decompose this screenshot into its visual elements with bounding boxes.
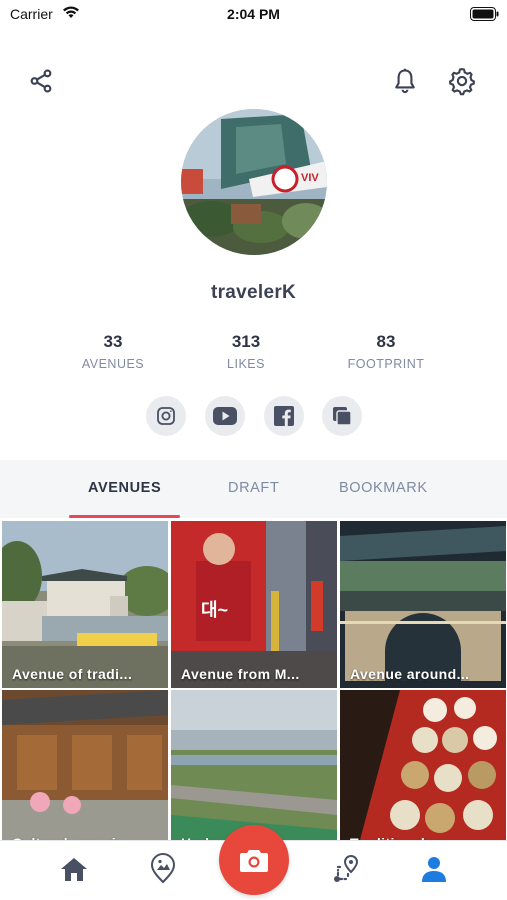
facebook-icon[interactable] xyxy=(264,396,304,436)
route-icon[interactable] xyxy=(328,851,364,887)
profile-icon[interactable] xyxy=(416,851,452,887)
stat-footprint[interactable]: 83 FOOTPRINT xyxy=(326,332,446,371)
instagram-icon[interactable] xyxy=(146,396,186,436)
battery-icon xyxy=(470,7,499,21)
svg-text:대~: 대~ xyxy=(201,600,228,620)
tab-avenues[interactable]: AVENUES xyxy=(88,480,161,496)
camera-button[interactable] xyxy=(219,825,289,895)
avenue-card[interactable]: Cultural experi... xyxy=(2,690,168,857)
stat-label: LIKES xyxy=(227,357,265,371)
stat-label: AVENUES xyxy=(81,357,145,371)
home-icon[interactable] xyxy=(56,851,92,887)
status-bar: Carrier 2:04 PM xyxy=(0,0,507,30)
avenue-card[interactable]: Avenue of tradi... xyxy=(2,521,168,688)
share-icon[interactable] xyxy=(24,64,58,98)
stat-value: 313 xyxy=(231,332,261,351)
avenue-title: Avenue of tradi... xyxy=(12,666,133,682)
avenue-title: Avenue from M... xyxy=(181,666,300,682)
stat-likes[interactable]: 313 LIKES xyxy=(186,332,306,371)
stat-label: FOOTPRINT xyxy=(347,357,425,371)
tab-bar: AVENUES DRAFT BOOKMARK xyxy=(0,460,507,518)
stat-value: 33 xyxy=(103,332,123,351)
gear-icon[interactable] xyxy=(445,64,479,98)
clock: 2:04 PM xyxy=(227,6,280,22)
active-tab-indicator xyxy=(69,515,180,518)
avenue-card[interactable]: Traditional mar... xyxy=(340,690,506,857)
avenue-card[interactable]: Avenue around... xyxy=(340,521,506,688)
map-pin-icon[interactable] xyxy=(145,851,181,887)
camera-icon xyxy=(240,850,268,872)
stat-value: 83 xyxy=(376,332,396,351)
avenue-title: Avenue around... xyxy=(350,666,470,682)
bell-icon[interactable] xyxy=(388,64,422,98)
svg-text:VIV: VIV xyxy=(301,172,319,184)
avatar[interactable]: VIV xyxy=(181,109,327,255)
tab-bookmark[interactable]: BOOKMARK xyxy=(339,480,428,496)
youtube-icon[interactable] xyxy=(205,396,245,436)
avenue-grid: Avenue of tradi... 대~ Avenue from M... A… xyxy=(0,520,507,851)
copy-icon[interactable] xyxy=(322,396,362,436)
stat-avenues[interactable]: 33 AVENUES xyxy=(53,332,173,371)
avenue-card[interactable]: 대~ Avenue from M... xyxy=(171,521,337,688)
username: travelerK xyxy=(210,282,297,303)
tab-draft[interactable]: DRAFT xyxy=(228,480,279,496)
